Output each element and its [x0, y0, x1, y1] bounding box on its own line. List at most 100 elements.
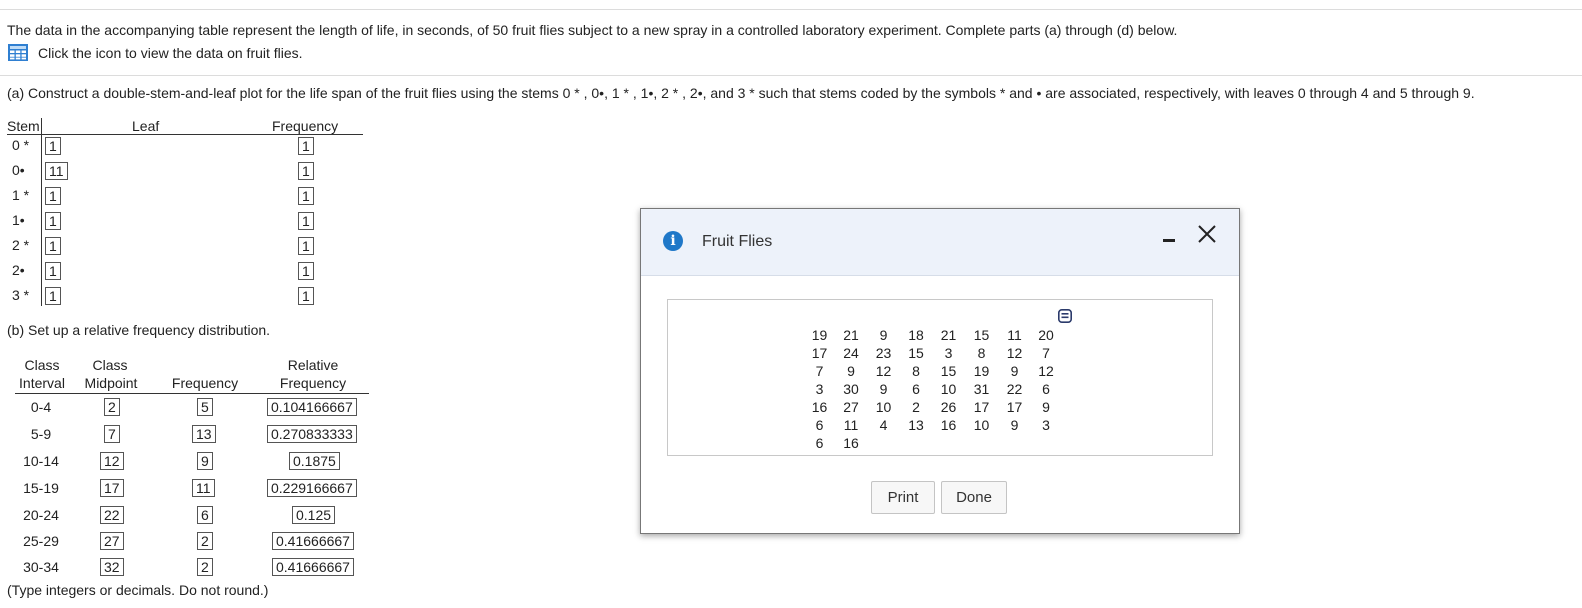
- view-data-link[interactable]: Click the icon to view the data on fruit…: [8, 44, 303, 61]
- leaf-input[interactable]: 11: [45, 162, 68, 180]
- class-interval: 10-14: [23, 453, 59, 469]
- frequency-input[interactable]: 1: [298, 187, 314, 205]
- data-cell: 17: [1006, 399, 1023, 415]
- data-cell: [998, 434, 1031, 452]
- frequency-input[interactable]: 6: [197, 506, 213, 524]
- data-cell: 12: [875, 363, 892, 379]
- close-icon[interactable]: [1196, 223, 1218, 245]
- data-cell: 3: [944, 345, 953, 361]
- data-cell: 21: [940, 327, 957, 343]
- stem-label: 3 *: [12, 287, 30, 303]
- midpoint-input[interactable]: 27: [100, 532, 124, 550]
- frequency-input[interactable]: 1: [298, 237, 314, 255]
- data-cell: [932, 434, 965, 452]
- data-cell: 19: [973, 363, 990, 379]
- data-cell: 8: [977, 345, 986, 361]
- data-cell: 16: [811, 399, 828, 415]
- data-row: 6 11 4 13 16 10 9 3: [804, 416, 1061, 434]
- frequency-input[interactable]: 1: [298, 137, 314, 155]
- data-cell: 23: [875, 345, 892, 361]
- view-data-text: Click the icon to view the data on fruit…: [38, 44, 303, 61]
- leaf-input[interactable]: 1: [45, 237, 61, 255]
- relative-frequency-header: Frequency: [279, 375, 347, 391]
- midpoint-input[interactable]: 17: [100, 479, 124, 497]
- stem-label: 0 *: [12, 137, 30, 153]
- class-interval: 15-19: [23, 480, 59, 496]
- frequency-input[interactable]: 9: [197, 452, 213, 470]
- data-cell: 11: [843, 417, 859, 433]
- leaf-input[interactable]: 1: [45, 187, 61, 205]
- leaf-input[interactable]: 1: [45, 287, 61, 305]
- frequency-header: Frequency: [272, 118, 339, 134]
- copy-data-icon[interactable]: [1058, 309, 1072, 323]
- leaf-input[interactable]: 1: [45, 212, 61, 230]
- class-header-top: Class: [24, 357, 60, 373]
- relative-frequency-input[interactable]: 0.104166667: [267, 398, 357, 416]
- data-cell: 15: [908, 345, 924, 361]
- relative-header-top: Relative: [287, 357, 339, 373]
- data-cell: 3: [1042, 417, 1050, 433]
- relative-frequency-input[interactable]: 0.41666667: [272, 558, 354, 576]
- data-cell: 15: [973, 327, 990, 343]
- leaf-input[interactable]: 1: [45, 262, 61, 280]
- frequency-input[interactable]: 13: [192, 425, 216, 443]
- class-midpoint-header: Midpoint: [84, 375, 138, 391]
- frequency-input[interactable]: 2: [197, 558, 213, 576]
- data-cell: 22: [1006, 381, 1023, 397]
- relative-frequency-input[interactable]: 0.125: [292, 506, 336, 524]
- data-row: 3 30 9 6 10 31 22 6: [804, 380, 1061, 398]
- frequency-input[interactable]: 1: [298, 212, 314, 230]
- data-row: 19 21 9 18 21 15 11 20: [804, 326, 1061, 344]
- midpoint-header-top: Class: [92, 357, 128, 373]
- data-cell: 20: [1038, 327, 1054, 343]
- data-cell: 10: [940, 381, 957, 397]
- data-cell: 31: [973, 381, 990, 397]
- data-cell: 7: [815, 363, 824, 379]
- frequency-input[interactable]: 2: [197, 532, 213, 550]
- data-cell: 17: [973, 399, 990, 415]
- data-cell: 9: [1042, 399, 1050, 415]
- data-row: 7 9 12 8 15 19 9 12: [804, 362, 1061, 380]
- fruit-flies-dialog: i Fruit Flies 19 21 9 18 21 15 11 20 17 24 23 15 3 8 1…: [640, 208, 1240, 534]
- table-grid-icon[interactable]: [8, 44, 28, 61]
- frequency-input[interactable]: 5: [197, 398, 213, 416]
- midpoint-input[interactable]: 12: [100, 452, 124, 470]
- relative-frequency-input[interactable]: 0.1875: [289, 452, 340, 470]
- data-cell: 16: [940, 417, 957, 433]
- part-b-prompt: (b) Set up a relative frequency distribu…: [7, 322, 271, 338]
- stem-label: 2 *: [12, 237, 30, 253]
- minimize-icon[interactable]: [1163, 231, 1177, 245]
- stem-header: Stem: [7, 118, 40, 134]
- midpoint-input[interactable]: 7: [104, 425, 120, 443]
- data-row: 16 27 10 2 26 17 17 9: [804, 398, 1061, 416]
- data-cell: 9: [879, 327, 888, 343]
- class-interval: 25-29: [23, 533, 59, 549]
- section-divider: [0, 75, 1582, 76]
- data-cell: [900, 434, 932, 452]
- frequency-input[interactable]: 1: [298, 162, 314, 180]
- stem-label: 0•: [12, 162, 25, 178]
- leaf-header: Leaf: [132, 118, 160, 134]
- data-cell: 3: [815, 381, 824, 397]
- relative-frequency-input[interactable]: 0.270833333: [267, 425, 357, 443]
- table-header-rule: [15, 393, 369, 394]
- frequency-input[interactable]: 1: [298, 287, 314, 305]
- data-cell: 9: [847, 363, 855, 379]
- data-cell: 16: [843, 435, 859, 451]
- leaf-input[interactable]: 1: [45, 137, 61, 155]
- relative-frequency-input[interactable]: 0.229166667: [267, 479, 357, 497]
- data-cell: 9: [879, 381, 888, 397]
- dialog-title: Fruit Flies: [702, 233, 773, 250]
- midpoint-input[interactable]: 2: [104, 398, 120, 416]
- relative-frequency-input[interactable]: 0.41666667: [272, 532, 354, 550]
- frequency-input[interactable]: 11: [192, 479, 215, 497]
- class-interval: 5-9: [30, 426, 52, 442]
- data-cell: 9: [1010, 363, 1019, 379]
- done-button[interactable]: Done: [941, 481, 1007, 514]
- print-button[interactable]: Print: [871, 481, 935, 514]
- data-cell: 12: [1006, 345, 1023, 361]
- midpoint-input[interactable]: 22: [100, 506, 124, 524]
- midpoint-input[interactable]: 32: [100, 558, 124, 576]
- frequency-input[interactable]: 1: [298, 262, 314, 280]
- data-cell: 26: [940, 399, 957, 415]
